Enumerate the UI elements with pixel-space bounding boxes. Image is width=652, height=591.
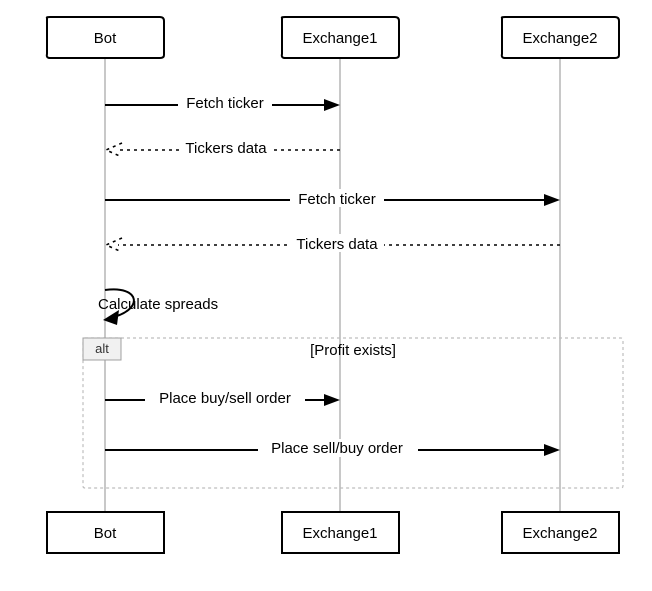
participant-ex2-label-bottom: Exchange2 bbox=[522, 525, 597, 542]
message-place-buy-sell: Place buy/sell order bbox=[105, 389, 340, 407]
message-label: Place buy/sell order bbox=[159, 390, 291, 407]
arrow-right-icon bbox=[324, 394, 340, 406]
sequence-diagram: Bot Exchange1 Exchange2 Bot Exchange1 Ex… bbox=[0, 0, 652, 591]
participant-bot-top: Bot bbox=[47, 17, 164, 58]
arrow-right-icon bbox=[324, 99, 340, 111]
arrow-right-icon bbox=[544, 194, 560, 206]
message-label: Tickers data bbox=[185, 140, 267, 157]
message-tickers-data-2: Tickers data bbox=[106, 234, 560, 253]
arrow-left-open-icon bbox=[106, 238, 122, 252]
participant-ex1-bottom: Exchange1 bbox=[282, 512, 399, 553]
participant-bot-bottom: Bot bbox=[47, 512, 164, 553]
participant-bot-label-bottom: Bot bbox=[94, 525, 117, 542]
alt-fragment: alt [Profit exists] bbox=[83, 338, 623, 488]
participant-ex2-bottom: Exchange2 bbox=[502, 512, 619, 553]
participant-ex2-label-top: Exchange2 bbox=[522, 30, 597, 47]
arrow-right-icon bbox=[544, 444, 560, 456]
participant-ex2-top: Exchange2 bbox=[502, 17, 619, 58]
message-fetch-ticker-1: Fetch ticker bbox=[105, 94, 340, 112]
message-calculate-spreads: Calculate spreads bbox=[98, 289, 218, 325]
message-label: Fetch ticker bbox=[298, 191, 376, 208]
message-tickers-data-1: Tickers data bbox=[106, 139, 340, 157]
alt-condition-label: [Profit exists] bbox=[310, 342, 396, 359]
message-label: Fetch ticker bbox=[186, 95, 264, 112]
participant-ex1-top: Exchange1 bbox=[282, 17, 399, 58]
alt-tag-label: alt bbox=[95, 341, 109, 356]
participant-ex1-label-top: Exchange1 bbox=[302, 30, 377, 47]
message-label: Tickers data bbox=[296, 236, 378, 253]
message-label: Place sell/buy order bbox=[271, 440, 403, 457]
arrow-left-open-icon bbox=[106, 143, 122, 157]
participant-bot-label-top: Bot bbox=[94, 30, 117, 47]
message-label: Calculate spreads bbox=[98, 296, 218, 313]
message-fetch-ticker-2: Fetch ticker bbox=[105, 189, 560, 208]
participant-ex1-label-bottom: Exchange1 bbox=[302, 525, 377, 542]
message-place-sell-buy: Place sell/buy order bbox=[105, 439, 560, 457]
